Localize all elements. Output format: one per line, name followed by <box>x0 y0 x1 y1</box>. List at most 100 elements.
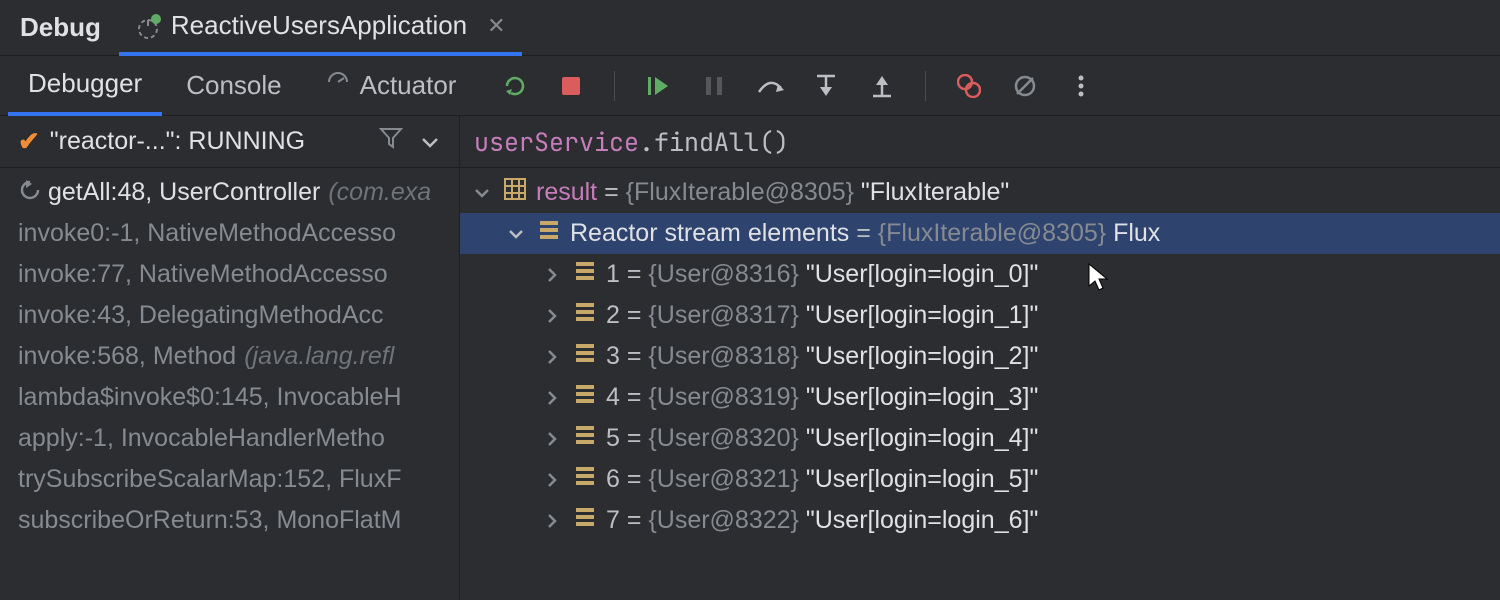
var-index: 7 <box>606 506 620 534</box>
frame-label: subscribeOrReturn:53, MonoFlatM <box>18 506 401 535</box>
variable-row-item[interactable]: 3 = {User@8318} "User[login=login_2]" <box>460 336 1500 377</box>
variable-row-item[interactable]: 1 = {User@8316} "User[login=login_0]" <box>460 254 1500 295</box>
bars-icon <box>538 219 560 248</box>
var-ref: {User@8320} <box>648 424 798 452</box>
thread-name: "reactor-...": RUNNING <box>50 127 305 156</box>
stack-frame[interactable]: apply:-1, InvocableHandlerMetho <box>0 418 459 459</box>
chevron-right-icon[interactable] <box>540 513 564 529</box>
frame-label: invoke:77, NativeMethodAccesso <box>18 260 388 289</box>
bars-icon <box>574 465 596 494</box>
tab-actuator[interactable]: Actuator <box>306 56 477 116</box>
variable-row-item[interactable]: 7 = {User@8322} "User[login=login_6]" <box>460 500 1500 541</box>
run-config-tab[interactable]: ReactiveUsersApplication ✕ <box>119 0 522 56</box>
var-index: 3 <box>606 342 620 370</box>
var-ref: {User@8319} <box>648 383 798 411</box>
frame-label: apply:-1, InvocableHandlerMetho <box>18 424 385 453</box>
var-value: Flux <box>1113 219 1160 247</box>
var-value: "User[login=login_2]" <box>806 342 1038 370</box>
tab-debugger[interactable]: Debugger <box>8 56 162 116</box>
var-value: "User[login=login_3]" <box>806 383 1038 411</box>
chevron-right-icon[interactable] <box>540 390 564 406</box>
more-button[interactable] <box>1066 71 1096 101</box>
var-value: "User[login=login_4]" <box>806 424 1038 452</box>
drop-frame-icon[interactable] <box>18 178 40 207</box>
variable-row-item[interactable]: 5 = {User@8320} "User[login=login_4]" <box>460 418 1500 459</box>
bars-icon <box>574 383 596 412</box>
variable-row-item[interactable]: 4 = {User@8319} "User[login=login_3]" <box>460 377 1500 418</box>
frame-label: getAll:48, UserController <box>48 178 320 207</box>
chevron-right-icon[interactable] <box>540 472 564 488</box>
var-value: "User[login=login_6]" <box>806 506 1038 534</box>
stack-frame[interactable]: invoke:77, NativeMethodAccesso <box>0 254 459 295</box>
stack-frame[interactable]: trySubscribeScalarMap:152, FluxF <box>0 459 459 500</box>
var-value: "User[login=login_0]" <box>806 260 1038 288</box>
variable-row-result[interactable]: result = {FluxIterable@8305} "FluxIterab… <box>460 172 1500 213</box>
view-breakpoints-button[interactable] <box>954 71 984 101</box>
bars-icon <box>574 506 596 535</box>
checkmark-icon: ✔ <box>18 126 40 157</box>
variable-row-item[interactable]: 6 = {User@8321} "User[login=login_5]" <box>460 459 1500 500</box>
expression-object: userService <box>474 125 639 159</box>
actuator-icon <box>326 70 350 101</box>
var-value: "User[login=login_5]" <box>806 465 1038 493</box>
debug-toolbar: Debugger Console Actuator <box>0 56 1500 116</box>
stack-frame[interactable]: invoke:568, Method (java.lang.refl <box>0 336 459 377</box>
stack-frame[interactable]: subscribeOrReturn:53, MonoFlatM <box>0 500 459 541</box>
expression-method: . <box>639 125 654 159</box>
var-index: 4 <box>606 383 620 411</box>
resume-button[interactable] <box>643 71 673 101</box>
grid-icon <box>504 178 526 207</box>
chevron-right-icon[interactable] <box>540 349 564 365</box>
variable-row-item[interactable]: 2 = {User@8317} "User[login=login_1]" <box>460 295 1500 336</box>
rerun-button[interactable] <box>500 71 530 101</box>
evaluate-expression-input[interactable]: userService.findAll() <box>460 116 1500 168</box>
var-index: 1 <box>606 260 620 288</box>
variables-panel: userService.findAll() result = {FluxIter… <box>460 116 1500 600</box>
var-index: 5 <box>606 424 620 452</box>
pause-button[interactable] <box>699 71 729 101</box>
close-tab-icon[interactable]: ✕ <box>477 13 505 39</box>
bars-icon <box>574 424 596 453</box>
tool-window-title: Debug <box>8 12 119 43</box>
variable-row-stream[interactable]: Reactor stream elements = {FluxIterable@… <box>460 213 1500 254</box>
variables-tree[interactable]: result = {FluxIterable@8305} "FluxIterab… <box>460 168 1500 541</box>
thread-selector[interactable]: ✔ "reactor-...": RUNNING <box>0 116 459 168</box>
var-value: "User[login=login_1]" <box>806 301 1038 329</box>
chevron-right-icon[interactable] <box>540 308 564 324</box>
var-value: "FluxIterable" <box>861 178 1009 206</box>
run-config-icon <box>135 13 161 39</box>
step-into-button[interactable] <box>811 71 841 101</box>
frames-panel: ✔ "reactor-...": RUNNING getAll:48, User… <box>0 116 460 600</box>
frame-list[interactable]: getAll:48, UserController (com.exa invok… <box>0 168 459 541</box>
frame-location: (java.lang.refl <box>244 342 394 371</box>
toolbar-divider <box>614 71 615 101</box>
stack-frame[interactable]: invoke:43, DelegatingMethodAcc <box>0 295 459 336</box>
step-over-button[interactable] <box>755 71 785 101</box>
stack-frame[interactable]: getAll:48, UserController (com.exa <box>0 172 459 213</box>
chevron-right-icon[interactable] <box>540 267 564 283</box>
run-config-name: ReactiveUsersApplication <box>171 10 467 41</box>
chevron-down-icon[interactable] <box>504 228 528 240</box>
tool-window-header: Debug ReactiveUsersApplication ✕ <box>0 0 1500 56</box>
filter-icon[interactable] <box>379 126 403 157</box>
var-ref: {FluxIterable@8305} <box>626 178 854 206</box>
frame-label: invoke:43, DelegatingMethodAcc <box>18 301 384 330</box>
bars-icon <box>574 301 596 330</box>
stop-button[interactable] <box>556 71 586 101</box>
var-ref: {FluxIterable@8305} <box>878 219 1106 247</box>
var-ref: {User@8321} <box>648 465 798 493</box>
stack-frame[interactable]: invoke0:-1, NativeMethodAccesso <box>0 213 459 254</box>
bars-icon <box>574 342 596 371</box>
var-name: result <box>536 178 597 206</box>
chevron-down-icon[interactable] <box>413 128 447 156</box>
stack-frame[interactable]: lambda$invoke$0:145, InvocableH <box>0 377 459 418</box>
frame-label: lambda$invoke$0:145, InvocableH <box>18 383 402 412</box>
var-index: 2 <box>606 301 620 329</box>
mute-breakpoints-button[interactable] <box>1010 71 1040 101</box>
step-out-button[interactable] <box>867 71 897 101</box>
frame-label: invoke:568, Method <box>18 342 236 371</box>
chevron-right-icon[interactable] <box>540 431 564 447</box>
debug-main-area: ✔ "reactor-...": RUNNING getAll:48, User… <box>0 116 1500 600</box>
chevron-down-icon[interactable] <box>470 187 494 199</box>
tab-console[interactable]: Console <box>166 56 301 116</box>
